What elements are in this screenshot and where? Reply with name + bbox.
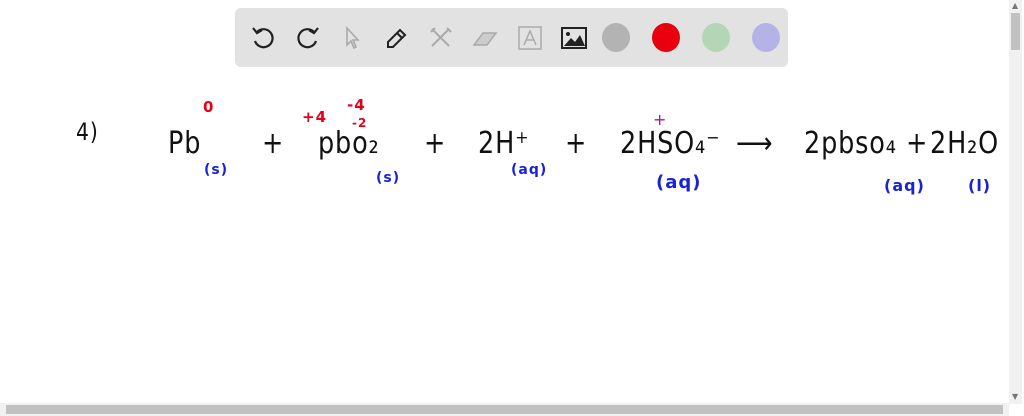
- oxidation-o-total: -4: [347, 96, 366, 114]
- reaction-arrow: ⟶: [736, 126, 774, 161]
- plus-sign: +: [565, 126, 588, 161]
- state-h2o: (l): [968, 176, 992, 195]
- state-pbo2: (s): [376, 170, 401, 186]
- product-pbso4: 2pbso₄: [804, 126, 897, 161]
- charge-mark: +: [653, 110, 668, 129]
- vertical-scrollbar[interactable]: ▲ ▼: [1009, 0, 1022, 404]
- reactant-h-plus: 2H⁺: [478, 126, 530, 161]
- oxidation-pb: 0: [203, 98, 215, 116]
- image-tool[interactable]: [558, 21, 591, 55]
- color-purple[interactable]: [751, 23, 780, 52]
- select-tool[interactable]: [336, 21, 369, 55]
- drawing-toolbar: [235, 8, 788, 67]
- image-icon: [560, 26, 587, 49]
- eraser-icon: [472, 31, 498, 46]
- reactant-hso4: 2HSO₄⁻: [620, 126, 721, 161]
- vertical-scroll-thumb[interactable]: [1011, 13, 1020, 50]
- state-pb: (s): [204, 162, 229, 178]
- color-green[interactable]: [701, 23, 730, 52]
- eraser-tool[interactable]: [469, 21, 502, 55]
- scroll-down-icon[interactable]: ▼: [1012, 392, 1018, 401]
- redo-button[interactable]: [291, 21, 324, 55]
- pen-icon: [386, 28, 406, 48]
- undo-icon: [252, 26, 275, 48]
- problem-number: 4): [76, 118, 99, 146]
- state-pbso4: (aq): [884, 176, 925, 195]
- state-h: (aq): [511, 162, 548, 178]
- color-red[interactable]: [651, 23, 680, 52]
- tools-button[interactable]: [424, 21, 457, 55]
- product-h2o: 2H₂O: [930, 126, 1000, 161]
- reactant-pb: Pb: [168, 126, 202, 161]
- plus-sign: +: [906, 126, 929, 161]
- state-hso4: (aq): [656, 172, 702, 193]
- pen-tool[interactable]: [380, 21, 413, 55]
- redo-icon: [297, 26, 319, 48]
- select-icon: [346, 25, 360, 49]
- horizontal-scroll-thumb[interactable]: [6, 405, 1003, 414]
- oxidation-pb-in-pbo2: +4: [302, 108, 328, 126]
- plus-sign: +: [262, 126, 285, 161]
- text-icon: [517, 25, 542, 50]
- scroll-up-icon[interactable]: ▲: [1012, 1, 1018, 10]
- color-gray[interactable]: [601, 23, 630, 52]
- plus-sign: +: [424, 126, 447, 161]
- undo-button[interactable]: [247, 21, 280, 55]
- tools-icon: [430, 26, 452, 47]
- horizontal-scrollbar[interactable]: [0, 403, 1009, 416]
- text-tool[interactable]: [513, 21, 546, 55]
- reactant-pbo2: pbo₂: [318, 126, 380, 161]
- oxidation-o: -2: [352, 116, 368, 130]
